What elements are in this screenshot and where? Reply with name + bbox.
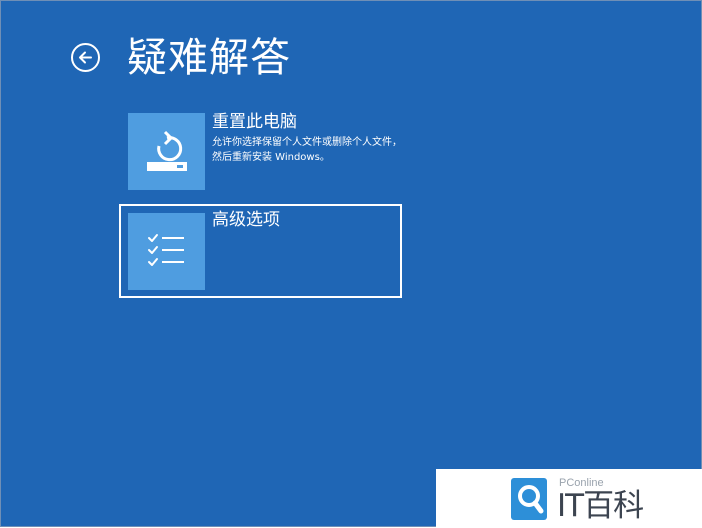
page-title: 疑难解答 (127, 35, 291, 81)
checklist-icon (148, 234, 184, 266)
reset-pc-tile (128, 113, 205, 190)
advanced-options-tile (128, 213, 205, 290)
reset-pc-description: 允许你选择保留个人文件或删除个人文件，然后重新安装 Windows。 (212, 137, 402, 163)
advanced-options-title: 高级选项 (212, 210, 280, 230)
troubleshoot-screen: 疑难解答 重置此电脑 允许你选择保留个人文件或删除个人文件，然后重新安装 Win… (0, 0, 702, 528)
watermark-big-text: IT百科 (557, 488, 644, 524)
reset-pc-title: 重置此电脑 (212, 112, 297, 132)
pconline-watermark: PConline IT百科 (436, 469, 702, 528)
pconline-search-logo-icon (511, 478, 547, 520)
reset-pc-option[interactable]: 重置此电脑 允许你选择保留个人文件或删除个人文件，然后重新安装 Windows。 (121, 106, 403, 197)
reset-pc-icon (147, 130, 187, 171)
back-button[interactable] (70, 42, 101, 73)
arrow-left-circle-icon (71, 43, 100, 72)
advanced-options-option[interactable]: 高级选项 (119, 204, 402, 298)
